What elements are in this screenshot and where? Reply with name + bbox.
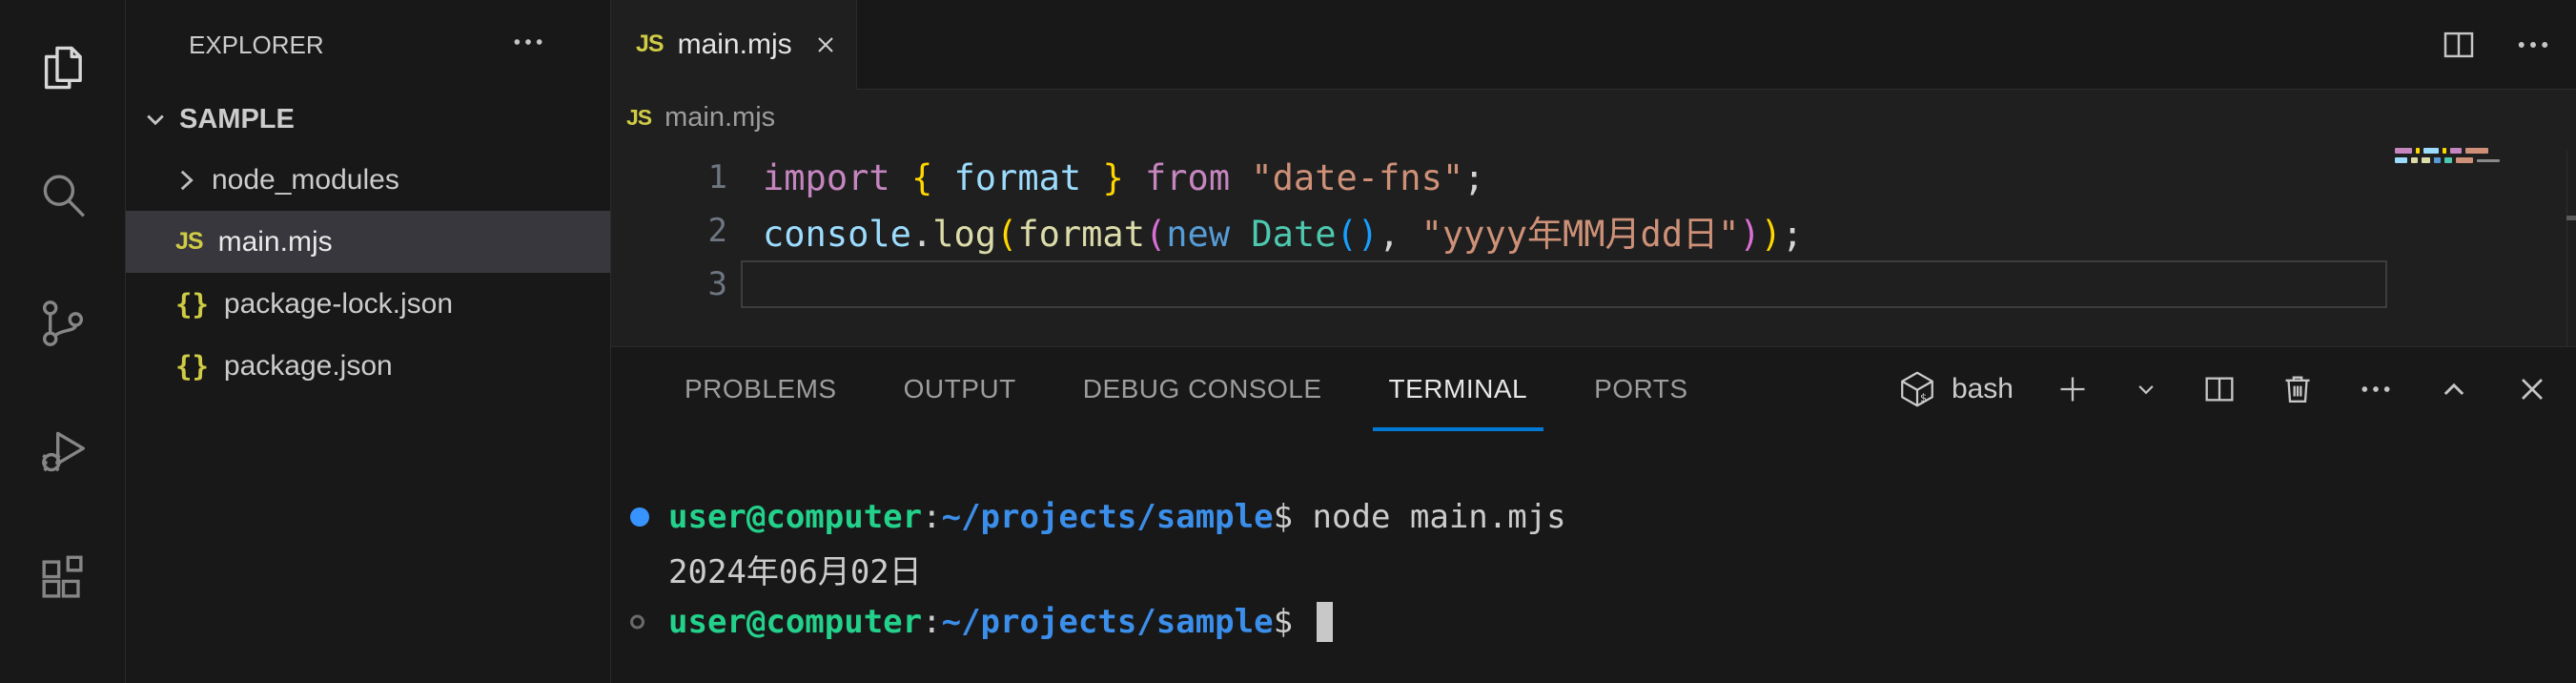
bottom-panel: PROBLEMS OUTPUT DEBUG CONSOLE TERMINAL P… (611, 346, 2576, 683)
run-and-debug-icon (35, 424, 91, 484)
panel-tab-label: PROBLEMS (685, 374, 837, 404)
activity-run-debug[interactable] (0, 389, 125, 517)
terminal-text: user@computer:~/projects/sample$ node ma… (668, 498, 1566, 536)
terminal-text: user@computer:~/projects/sample$ (668, 603, 1313, 641)
minimap-line-1 (2395, 148, 2500, 154)
overview-ruler[interactable] (2566, 151, 2567, 346)
activity-source-control[interactable] (0, 261, 125, 389)
panel-header: PROBLEMS OUTPUT DEBUG CONSOLE TERMINAL P… (611, 347, 2576, 431)
explorer-sidebar: EXPLORER SAMPLE node_modules JS main.mjs (126, 0, 610, 683)
panel-tab-label: PORTS (1594, 374, 1687, 404)
terminal-cursor (1317, 602, 1333, 642)
sidebar-item-package-lock-json[interactable]: {} package-lock.json (126, 273, 610, 335)
sidebar-header: EXPLORER (126, 0, 610, 90)
editor-actions (2439, 0, 2576, 89)
activity-extensions[interactable] (0, 517, 125, 645)
tab-label: main.mjs (678, 29, 792, 61)
explorer-more-actions-icon[interactable] (509, 23, 547, 68)
overview-ruler-cursor-marker (2566, 216, 2576, 220)
code-area[interactable]: 1 import { format } from "date-fns"; 2 c… (611, 145, 2576, 311)
js-file-icon: JS (626, 105, 651, 131)
launch-profile-chevron-down-icon[interactable] (2132, 370, 2160, 408)
split-editor-icon[interactable] (2439, 25, 2479, 65)
tab-problems[interactable]: PROBLEMS (668, 347, 853, 431)
breadcrumb-item: main.mjs (664, 102, 775, 134)
minimap-line-2 (2395, 157, 2500, 163)
code-text[interactable]: console.log(format(new Date(), "yyyy年MM月… (763, 205, 1803, 257)
editor-group: JS main.mjs (611, 0, 2576, 346)
terminal-toolbar: $ bash (1896, 347, 2576, 431)
terminal-line-command[interactable]: user@computer:~/projects/sample$ node ma… (630, 490, 2576, 543)
extensions-icon (35, 551, 91, 611)
tab-close-icon[interactable] (812, 31, 839, 58)
tab-debug-console[interactable]: DEBUG CONSOLE (1067, 347, 1339, 431)
sidebar-title: EXPLORER (189, 31, 324, 60)
svg-text:$: $ (1920, 391, 1927, 404)
breadcrumb[interactable]: JS main.mjs (611, 90, 2576, 145)
terminal-profile[interactable]: $ bash (1896, 368, 2014, 410)
panel-tab-label: OUTPUT (904, 374, 1016, 404)
split-terminal-icon[interactable] (2200, 370, 2239, 408)
activity-bar (0, 0, 126, 683)
maximize-panel-chevron-up-icon[interactable] (2435, 370, 2473, 408)
bash-icon: $ (1896, 368, 1938, 410)
kill-terminal-trash-icon[interactable] (2279, 370, 2317, 408)
code-text[interactable]: import { format } from "date-fns"; (763, 157, 1484, 198)
js-file-icon: JS (175, 228, 203, 256)
line-number: 2 (611, 212, 727, 250)
command-decoration-success-icon[interactable] (630, 507, 649, 527)
command-decoration-default-icon[interactable] (630, 614, 644, 629)
tab-terminal[interactable]: TERMINAL (1373, 347, 1544, 431)
sidebar-item-package-json[interactable]: {} package.json (126, 335, 610, 397)
tab-ports[interactable]: PORTS (1578, 347, 1704, 431)
sidebar-item-node-modules[interactable]: node_modules (126, 149, 610, 211)
new-terminal-icon[interactable] (2054, 370, 2092, 408)
vscode-window: EXPLORER SAMPLE node_modules JS main.mjs (0, 0, 2576, 683)
code-line-3-current[interactable]: 3 (611, 258, 2576, 311)
js-file-icon: JS (636, 31, 664, 58)
code-line-2[interactable]: 2 console.log(format(new Date(), "yyyy年M… (611, 204, 2576, 258)
json-file-icon: {} (175, 288, 209, 321)
tab-bar: JS main.mjs (611, 0, 2576, 90)
main-area: JS main.mjs (610, 0, 2576, 683)
sidebar-item-main-mjs[interactable]: JS main.mjs (126, 211, 610, 273)
activity-explorer[interactable] (0, 6, 125, 134)
line-number: 1 (611, 158, 727, 197)
file-label: package-lock.json (224, 288, 453, 321)
more-actions-icon[interactable] (2513, 25, 2553, 65)
chevron-down-icon (139, 103, 172, 135)
section-label: SAMPLE (179, 104, 295, 135)
close-panel-icon[interactable] (2513, 370, 2551, 408)
panel-tab-label: DEBUG CONSOLE (1083, 374, 1322, 404)
line-number: 3 (611, 265, 727, 303)
minimap[interactable] (2395, 148, 2500, 167)
json-file-icon: {} (175, 350, 209, 383)
terminal-line-output[interactable]: 2024年06月02日 (630, 543, 2576, 595)
terminal-line-prompt[interactable]: user@computer:~/projects/sample$ (630, 595, 2576, 648)
file-label: package.json (224, 350, 393, 383)
tab-output[interactable]: OUTPUT (888, 347, 1032, 431)
search-icon (35, 168, 91, 228)
activity-search[interactable] (0, 134, 125, 261)
terminal-content[interactable]: user@computer:~/projects/sample$ node ma… (611, 431, 2576, 683)
files-icon (35, 40, 91, 100)
panel-more-actions-icon[interactable] (2357, 370, 2395, 408)
chevron-right-icon (170, 164, 202, 197)
panel-tab-label: TERMINAL (1389, 374, 1528, 404)
shell-label: bash (1952, 373, 2014, 405)
sidebar-section-sample[interactable]: SAMPLE (126, 90, 610, 149)
current-line-highlight (741, 260, 2387, 308)
file-label: main.mjs (218, 226, 333, 259)
tab-main-mjs[interactable]: JS main.mjs (611, 0, 857, 89)
source-control-icon (35, 296, 91, 356)
terminal-text: 2024年06月02日 (668, 546, 922, 592)
code-line-1[interactable]: 1 import { format } from "date-fns"; (611, 151, 2576, 204)
folder-label: node_modules (212, 164, 399, 197)
